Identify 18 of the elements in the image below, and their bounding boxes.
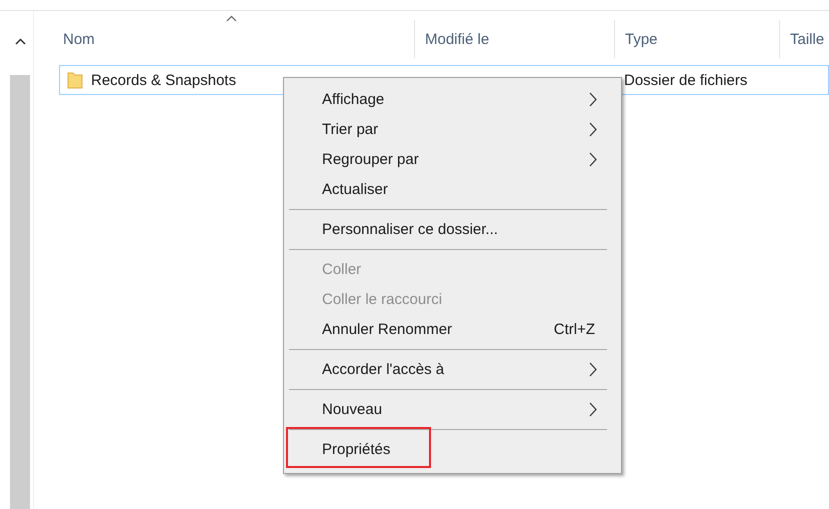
menu-item[interactable]: Trier par <box>284 114 621 144</box>
column-header[interactable]: Type <box>614 20 779 58</box>
file-type: Dossier de fichiers <box>623 72 748 88</box>
scroll-up-icon[interactable] <box>14 38 26 44</box>
folder-icon <box>67 71 83 89</box>
menu-item[interactable]: Personnaliser ce dossier... <box>284 214 621 244</box>
scrollbar-thumb[interactable] <box>10 75 30 509</box>
menu-item[interactable]: Annuler Renommer Ctrl+Z <box>284 314 621 344</box>
file-name: Records & Snapshots <box>91 72 236 88</box>
menu-item[interactable]: Regrouper par <box>284 144 621 174</box>
column-header[interactable]: Modifié le <box>414 20 614 58</box>
shortcut-label: Ctrl+Z <box>554 320 595 338</box>
menu-item[interactable]: Propriétés <box>284 434 621 464</box>
menu-item[interactable]: Actualiser <box>284 174 621 204</box>
menu-item[interactable]: Nouveau <box>284 394 621 424</box>
menu-item[interactable]: Accorder l'accès à <box>284 354 621 384</box>
column-header[interactable]: Taille <box>779 20 829 58</box>
column-header[interactable]: Nom <box>51 14 414 58</box>
